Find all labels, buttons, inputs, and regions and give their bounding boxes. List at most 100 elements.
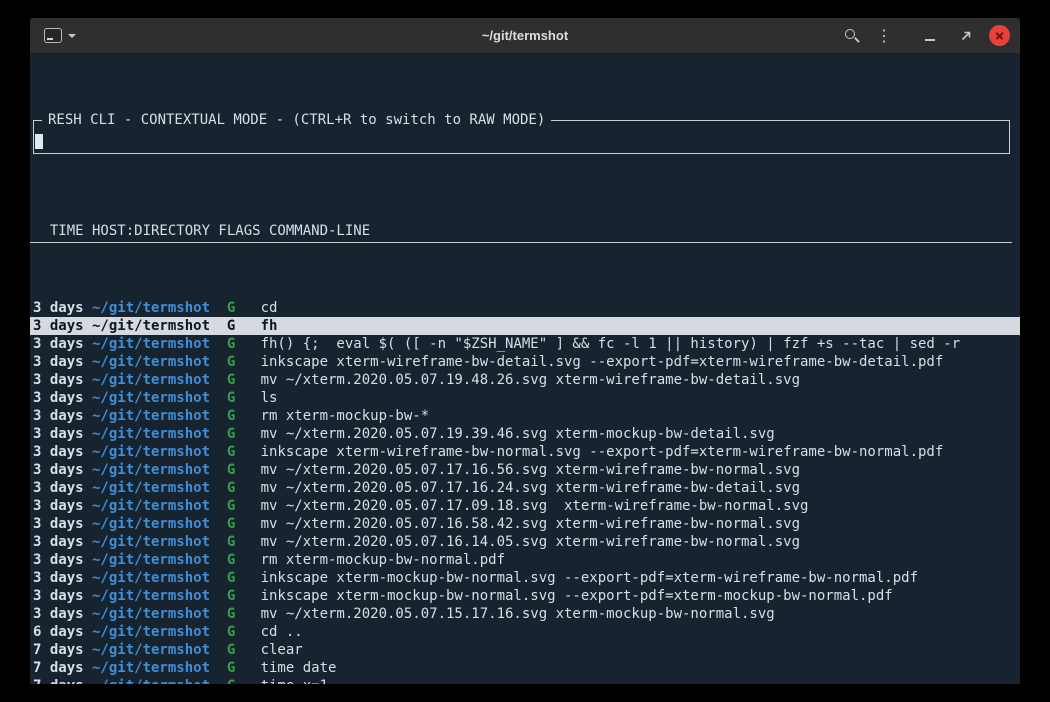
history-flags: G (227, 317, 261, 335)
history-flags: G (227, 389, 261, 407)
history-row[interactable]: 3 days~/git/termshotGmv ~/xterm.2020.05.… (30, 533, 1020, 551)
history-flags: G (227, 497, 261, 515)
restore-icon (959, 29, 973, 43)
history-directory: ~/git/termshot (92, 659, 227, 677)
history-command: mv ~/xterm.2020.05.07.17.09.18.svg xterm… (261, 498, 809, 514)
history-time: 3 days (33, 479, 92, 497)
history-row[interactable]: 3 days~/git/termshotGmv ~/xterm.2020.05.… (30, 497, 1020, 515)
kebab-menu-icon: ⋮ (876, 28, 892, 44)
search-icon (844, 28, 860, 44)
history-flags: G (227, 335, 261, 353)
minimize-icon (925, 39, 935, 41)
history-time: 3 days (33, 389, 92, 407)
history-command: cd (261, 300, 278, 316)
history-row[interactable]: 6 days~/git/termshotGcd .. (30, 623, 1020, 641)
history-command: inkscape xterm-mockup-bw-normal.svg --ex… (261, 588, 893, 604)
history-flags: G (227, 623, 261, 641)
history-row[interactable]: 3 days~/git/termshotGinkscape xterm-mock… (30, 587, 1020, 605)
history-directory: ~/git/termshot (92, 479, 227, 497)
history-row[interactable]: 3 days~/git/termshotGrm xterm-mockup-bw-… (30, 551, 1020, 569)
history-command: inkscape xterm-wireframe-bw-normal.svg -… (261, 444, 944, 460)
titlebar: ~/git/termshot ⋮ (30, 18, 1020, 54)
history-directory: ~/git/termshot (92, 551, 227, 569)
history-row[interactable]: 3 days~/git/termshotGfh() {; eval $( ([ … (30, 335, 1020, 353)
history-row[interactable]: 7 days~/git/termshotGtime x=1 (30, 677, 1020, 684)
menu-button[interactable]: ⋮ (871, 23, 897, 49)
history-row[interactable]: 3 days~/git/termshotGinkscape xterm-wire… (30, 443, 1020, 461)
history-command: rm xterm-mockup-bw-normal.pdf (261, 552, 505, 568)
history-command: mv ~/xterm.2020.05.07.16.58.42.svg xterm… (261, 516, 800, 532)
terminal-icon (44, 28, 62, 43)
history-row[interactable]: 3 days~/git/termshotGfh (30, 317, 1020, 335)
history-time: 3 days (33, 425, 92, 443)
history-row[interactable]: 3 days~/git/termshotGmv ~/xterm.2020.05.… (30, 515, 1020, 533)
history-time: 3 days (33, 353, 92, 371)
history-row[interactable]: 7 days~/git/termshotGclear (30, 641, 1020, 659)
history-directory: ~/git/termshot (92, 389, 227, 407)
history-row[interactable]: 3 days~/git/termshotGmv ~/xterm.2020.05.… (30, 461, 1020, 479)
history-time: 3 days (33, 533, 92, 551)
resh-search-box[interactable]: RESH CLI - CONTEXTUAL MODE - (CTRL+R to … (33, 120, 1010, 154)
history-time: 3 days (33, 371, 92, 389)
text-cursor (35, 134, 43, 149)
minimize-button[interactable] (917, 23, 943, 49)
history-row[interactable]: 3 days~/git/termshotGrm xterm-mockup-bw-… (30, 407, 1020, 425)
history-command: inkscape xterm-mockup-bw-normal.svg --ex… (261, 570, 918, 586)
history-time: 3 days (33, 497, 92, 515)
close-button[interactable] (989, 25, 1010, 46)
history-row[interactable]: 3 days~/git/termshotGmv ~/xterm.2020.05.… (30, 425, 1020, 443)
history-flags: G (227, 461, 261, 479)
history-time: 3 days (33, 461, 92, 479)
resh-box-title: RESH CLI - CONTEXTUAL MODE - (CTRL+R to … (42, 111, 551, 129)
history-time: 3 days (33, 605, 92, 623)
history-command: time date (261, 660, 337, 676)
search-button[interactable] (839, 23, 865, 49)
history-flags: G (227, 533, 261, 551)
history-command: cd .. (261, 624, 303, 640)
history-flags: G (227, 641, 261, 659)
history-row[interactable]: 3 days~/git/termshotGinkscape xterm-mock… (30, 569, 1020, 587)
history-directory: ~/git/termshot (92, 371, 227, 389)
history-flags: G (227, 443, 261, 461)
terminal-screen[interactable]: RESH CLI - CONTEXTUAL MODE - (CTRL+R to … (30, 54, 1020, 684)
history-directory: ~/git/termshot (92, 605, 227, 623)
history-command: fh() {; eval $( ([ -n "$ZSH_NAME" ] && f… (261, 336, 961, 352)
history-flags: G (227, 551, 261, 569)
app-menu-button[interactable] (40, 25, 80, 46)
history-time: 3 days (33, 551, 92, 569)
history-directory: ~/git/termshot (92, 641, 227, 659)
history-row[interactable]: 3 days~/git/termshotGcd (30, 299, 1020, 317)
history-command: mv ~/xterm.2020.05.07.19.48.26.svg xterm… (261, 372, 800, 388)
history-flags: G (227, 659, 261, 677)
history-row[interactable]: 3 days~/git/termshotGmv ~/xterm.2020.05.… (30, 371, 1020, 389)
chevron-down-icon (68, 34, 76, 38)
history-directory: ~/git/termshot (92, 623, 227, 641)
history-row[interactable]: 3 days~/git/termshotGmv ~/xterm.2020.05.… (30, 479, 1020, 497)
history-directory: ~/git/termshot (92, 425, 227, 443)
history-flags: G (227, 569, 261, 587)
history-time: 3 days (33, 335, 92, 353)
history-time: 3 days (33, 443, 92, 461)
history-row[interactable]: 3 days~/git/termshotGls (30, 389, 1020, 407)
history-command: inkscape xterm-wireframe-bw-detail.svg -… (261, 354, 944, 370)
history-row[interactable]: 7 days~/git/termshotGtime date (30, 659, 1020, 677)
history-directory: ~/git/termshot (92, 461, 227, 479)
history-directory: ~/git/termshot (92, 497, 227, 515)
history-row[interactable]: 3 days~/git/termshotGmv ~/xterm.2020.05.… (30, 605, 1020, 623)
history-command: fh (261, 318, 278, 334)
history-directory: ~/git/termshot (92, 317, 227, 335)
history-directory: ~/git/termshot (92, 569, 227, 587)
history-flags: G (227, 371, 261, 389)
history-flags: G (227, 587, 261, 605)
history-command: ls (261, 390, 278, 406)
history-rows: 3 days~/git/termshotGcd3 days~/git/terms… (30, 299, 1020, 684)
history-flags: G (227, 515, 261, 533)
history-time: 7 days (33, 641, 92, 659)
history-row[interactable]: 3 days~/git/termshotGinkscape xterm-wire… (30, 353, 1020, 371)
history-directory: ~/git/termshot (92, 677, 227, 684)
history-directory: ~/git/termshot (92, 299, 227, 317)
history-time: 7 days (33, 677, 92, 684)
restore-button[interactable] (953, 23, 979, 49)
history-command: mv ~/xterm.2020.05.07.19.39.46.svg xterm… (261, 426, 775, 442)
history-time: 3 days (33, 587, 92, 605)
